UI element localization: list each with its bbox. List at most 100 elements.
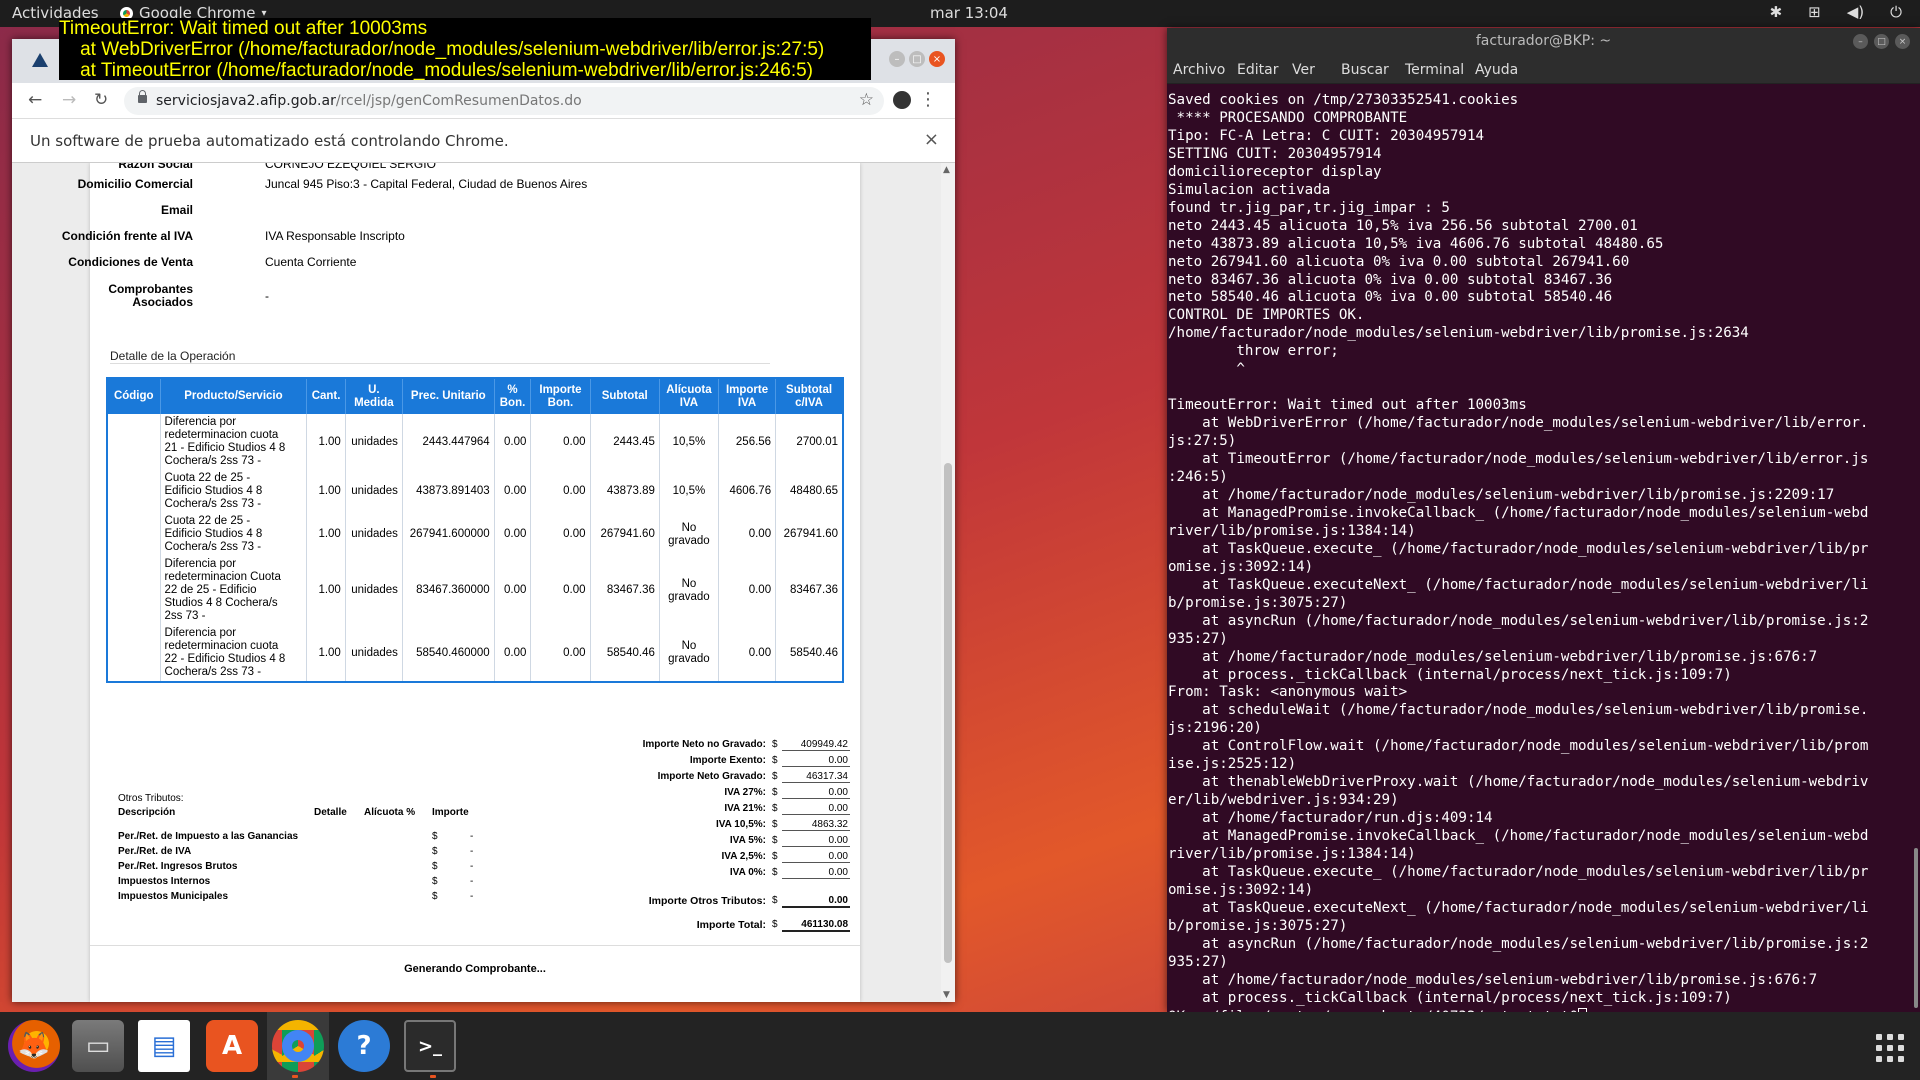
- otros-title: Otros Tributos:: [118, 793, 184, 804]
- page-viewport[interactable]: Razón Social CORNEJO EZEQUIEL SERGIO Dom…: [12, 163, 955, 1002]
- error-tooltip: TimeoutError: Wait timed out after 10003…: [59, 18, 871, 81]
- terminal-menu-buscar[interactable]: Buscar: [1341, 62, 1389, 78]
- col-producto: Producto/Servicio: [160, 378, 308, 414]
- terminal-menu-editar[interactable]: Editar: [1237, 62, 1278, 78]
- terminal-line: neto 43873.89 alicuota 10,5% iva 4606.76…: [1168, 235, 1664, 252]
- otros-title-row: Otros Tributos:: [118, 793, 508, 807]
- terminal-line: Saved cookies on /tmp/27303352541.cookie…: [1168, 92, 1519, 108]
- page-scrollbar[interactable]: ▲ ▼: [941, 163, 955, 1002]
- close-button[interactable]: ×: [929, 51, 945, 67]
- total-currency: $: [772, 851, 778, 862]
- col-subtotal-iva: Subtotal c/IVA: [775, 378, 844, 414]
- total-currency: $: [772, 895, 778, 906]
- files-icon[interactable]: ▭: [72, 1020, 124, 1072]
- help-icon[interactable]: ?: [338, 1020, 390, 1072]
- terminal-titlebar[interactable]: facturador@BKP: ~ – □ ×: [1167, 28, 1920, 56]
- cell-producto-line: Cuota 22 de 25 -: [164, 472, 251, 484]
- terminal-line: river/lib/promise.js:1384:14): [1168, 846, 1416, 863]
- terminal-menu-terminal[interactable]: Terminal: [1405, 62, 1464, 78]
- total-label: IVA 21%:: [724, 803, 766, 814]
- clock[interactable]: mar 13:04: [930, 4, 1008, 22]
- cell-producto-line: redeterminacion cuota: [164, 429, 279, 441]
- otros-desc: Impuestos Municipales: [118, 891, 229, 902]
- terminal-menu-archivo[interactable]: Archivo: [1173, 62, 1225, 78]
- chrome-window: – □ × ← → ↻ serviciosjava2.afip.gob.ar/r…: [12, 39, 955, 1002]
- scrollbar-thumb[interactable]: [944, 463, 952, 963]
- otros-currency: $: [432, 846, 438, 857]
- terminal-menu-ayuda[interactable]: Ayuda: [1475, 62, 1518, 78]
- forward-button[interactable]: →: [62, 90, 76, 110]
- terminal-scrollbar[interactable]: [1914, 848, 1918, 1008]
- terminal-line: CONTROL DE IMPORTES OK.: [1168, 307, 1365, 324]
- cell-cant: 1.00: [306, 470, 346, 513]
- software-icon[interactable]: A: [206, 1020, 258, 1072]
- terminal-close-button[interactable]: ×: [1895, 34, 1910, 49]
- cell-subtotal: 83467.36: [590, 556, 660, 625]
- chrome-icon[interactable]: [272, 1020, 324, 1072]
- cell-subtotal: 267941.60: [590, 513, 660, 556]
- lock-icon[interactable]: [138, 90, 147, 103]
- otros-currency: $: [432, 876, 438, 887]
- cell-impbon: 0.00: [530, 556, 591, 625]
- total-currency: $: [772, 787, 778, 798]
- total-amount: 461130.08: [782, 919, 850, 932]
- cell-cant: 1.00: [306, 513, 346, 556]
- terminal-line: at ManagedPromise.invokeCallback_ (/home…: [1168, 828, 1869, 845]
- bluetooth-icon[interactable]: ✱: [1770, 3, 1783, 21]
- system-tray[interactable]: ✱ ⊞ ◀) ⏻: [1770, 3, 1902, 21]
- terminal-icon[interactable]: >_: [404, 1020, 456, 1072]
- scroll-up-icon[interactable]: ▲: [943, 165, 950, 175]
- cell-alicuota-line: No: [681, 640, 697, 652]
- terminal-line: neto 58540.46 alicuota 0% iva 0.00 subto…: [1168, 289, 1613, 306]
- terminal-line: b/promise.js:3075:27): [1168, 917, 1348, 934]
- cell-producto-line: Cochera/s 2ss 73 -: [164, 666, 262, 678]
- scroll-down-icon[interactable]: ▼: [943, 990, 950, 1000]
- terminal-menu-ver[interactable]: Ver: [1292, 62, 1315, 78]
- menu-kebab-icon[interactable]: ⋮: [919, 89, 937, 110]
- col-bon-line-2: Bon.: [499, 396, 526, 409]
- profile-avatar-icon[interactable]: [893, 91, 911, 109]
- address-bar[interactable]: serviciosjava2.afip.gob.ar/rcel/jsp/genC…: [124, 87, 884, 115]
- col-subtotal-iva-line-2: c/IVA: [795, 396, 823, 409]
- back-button[interactable]: ←: [28, 90, 42, 110]
- terminal-output[interactable]: Saved cookies on /tmp/27303352541.cookie…: [1167, 84, 1920, 1012]
- show-applications-icon[interactable]: [1876, 1034, 1904, 1062]
- cell-producto-line: Edificio Studios 4 8: [164, 485, 263, 497]
- terminal-line: neto 267941.60 alicuota 0% iva 0.00 subt…: [1168, 253, 1630, 270]
- total-amount: 0.00: [782, 787, 850, 799]
- automation-infobar: Un software de prueba automatizado está …: [12, 119, 955, 163]
- minimize-button[interactable]: –: [889, 51, 905, 67]
- total-row: IVA 5%: $0.00: [610, 835, 850, 849]
- writer-icon[interactable]: ▤: [138, 1020, 190, 1072]
- terminal-window[interactable]: facturador@BKP: ~ – □ × Archivo Editar Ver…: [1167, 28, 1920, 1012]
- cell-codigo: [107, 556, 161, 625]
- terminal-line: /home/facturador/node_modules/selenium-w…: [1168, 325, 1749, 342]
- cell-bon: 0.00: [494, 414, 532, 470]
- cell-impbon: 0.00: [530, 513, 591, 556]
- total-label: Importe Otros Tributos:: [648, 895, 766, 907]
- power-icon[interactable]: ⏻: [1890, 3, 1902, 21]
- col-importe-iva: Importe IVA: [718, 378, 777, 414]
- total-currency: $: [772, 771, 778, 782]
- terminal-line: er/lib/webdriver.js:934:29): [1168, 792, 1399, 809]
- terminal-maximize-button[interactable]: □: [1874, 34, 1889, 49]
- bookmark-star-icon[interactable]: ☆: [859, 90, 874, 110]
- url-text[interactable]: serviciosjava2.afip.gob.ar/rcel/jsp/genC…: [156, 93, 582, 109]
- volume-icon[interactable]: ◀): [1847, 3, 1864, 21]
- network-icon[interactable]: ⊞: [1808, 3, 1821, 21]
- maximize-button[interactable]: □: [909, 51, 925, 67]
- firefox-icon[interactable]: 🦊: [8, 1020, 60, 1072]
- terminal-line: at TaskQueue.executeNext_ (/home/factura…: [1168, 576, 1869, 593]
- terminal-minimize-button[interactable]: –: [1853, 34, 1868, 49]
- otros-col-descripcion: Descripción: [118, 807, 176, 818]
- cell-impiva: 0.00: [718, 625, 777, 682]
- dock: 🦊 ▭ ▤ A? >_: [0, 1012, 1920, 1080]
- total-row: IVA 21%: $0.00: [610, 803, 850, 817]
- cell-producto: Diferencia por redeterminacion cuota 22 - …: [160, 625, 308, 682]
- cell-codigo: [107, 470, 161, 513]
- value-razon-social: CORNEJO EZEQUIEL SERGIO: [265, 163, 436, 171]
- reload-button[interactable]: ↻: [94, 90, 108, 110]
- col-medida-line-2: Medida: [354, 396, 394, 409]
- cell-impiva: 0.00: [718, 513, 777, 556]
- infobar-close-button[interactable]: ×: [924, 129, 939, 150]
